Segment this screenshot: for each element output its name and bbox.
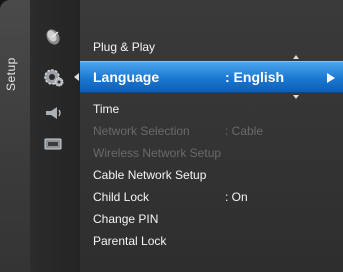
menu-item-value: : English bbox=[225, 69, 285, 85]
input-icon[interactable] bbox=[42, 134, 66, 154]
menu-item-change-pin[interactable]: Change PIN bbox=[80, 208, 343, 230]
menu-item-network-selection: Network Selection : Cable bbox=[80, 120, 343, 142]
sound-icon[interactable] bbox=[42, 103, 66, 123]
satellite-dish-icon[interactable] bbox=[42, 28, 66, 48]
menu-item-cable-network-setup[interactable]: Cable Network Setup bbox=[80, 164, 343, 186]
submenu-arrow-icon[interactable] bbox=[327, 73, 335, 83]
menu-item-child-lock[interactable]: Child Lock : On bbox=[80, 186, 343, 208]
gear-icon[interactable] bbox=[42, 67, 66, 87]
selection-pointer-icon bbox=[74, 73, 79, 81]
menu-item-label: Change PIN bbox=[93, 212, 159, 226]
category-tab-setup[interactable]: Setup bbox=[0, 0, 31, 272]
menu-item-time[interactable]: Time bbox=[80, 98, 343, 120]
category-label: Setup bbox=[4, 57, 18, 91]
tv-setup-screen: Setup Plug & Play Language: English Tim… bbox=[0, 0, 343, 272]
menu-item-value: : Cable bbox=[225, 124, 264, 138]
menu-item-language[interactable]: Language : English bbox=[80, 61, 343, 93]
setup-menu-list: Plug & Play Language : English Time Netw… bbox=[80, 0, 343, 272]
scroll-up-icon[interactable] bbox=[293, 55, 299, 59]
menu-item-label: Plug & Play bbox=[93, 40, 156, 54]
menu-item-label: Parental Lock bbox=[93, 234, 167, 248]
menu-item-label: Language bbox=[93, 69, 160, 85]
menu-item-plug-and-play[interactable]: Plug & Play bbox=[80, 36, 343, 58]
menu-item-label: Network Selection bbox=[93, 124, 190, 138]
menu-item-label: Cable Network Setup bbox=[93, 168, 207, 182]
menu-item-label: Time bbox=[93, 102, 120, 116]
menu-item-value: : On bbox=[225, 190, 248, 204]
menu-item-wireless-network-setup: Wireless Network Setup bbox=[80, 142, 343, 164]
menu-item-parental-lock[interactable]: Parental Lock bbox=[80, 230, 343, 252]
menu-item-label: Child Lock bbox=[93, 190, 150, 204]
menu-item-label: Wireless Network Setup bbox=[93, 146, 222, 160]
category-icon-column bbox=[30, 0, 80, 272]
